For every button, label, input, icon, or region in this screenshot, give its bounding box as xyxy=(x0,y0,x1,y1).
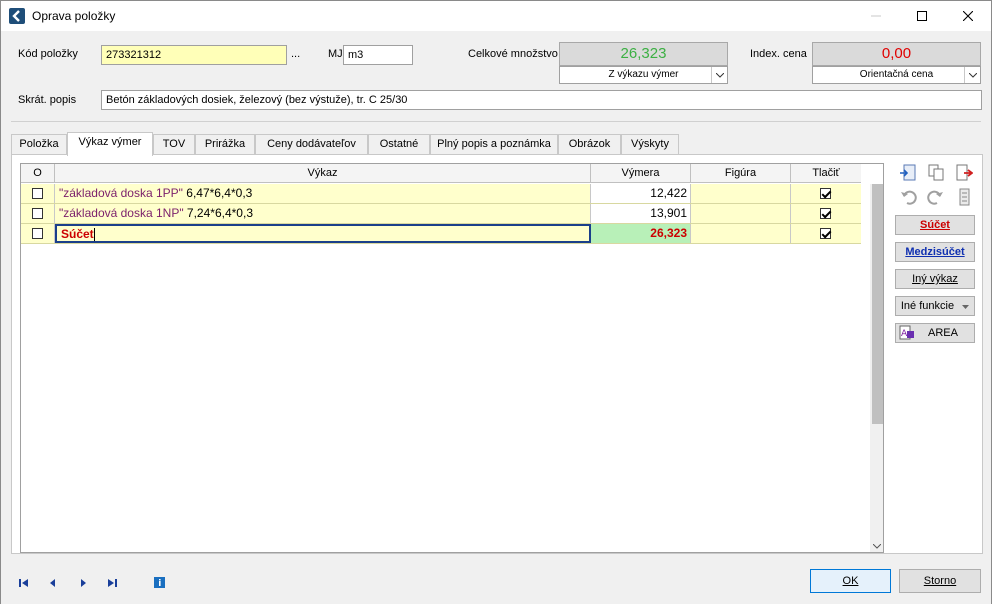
tab-prirazka[interactable]: Prirážka xyxy=(195,134,255,154)
chevron-down-icon xyxy=(962,297,970,315)
delete-row-icon[interactable] xyxy=(955,164,974,182)
col-vykaz-header[interactable]: Výkaz xyxy=(55,164,591,183)
row-o-checkbox[interactable] xyxy=(32,188,43,199)
dialog-client: Kód položky 273321312 ... MJ m3 Celkové … xyxy=(1,31,991,604)
maximize-button[interactable] xyxy=(899,1,945,31)
vykaz-cell[interactable]: "základová doska 1PP" 6,47*6,4*0,3 xyxy=(55,184,591,203)
undo-icon[interactable] xyxy=(899,188,917,206)
area-icon: A xyxy=(899,325,915,347)
col-o-header[interactable]: O xyxy=(21,164,55,183)
col-figura-header[interactable]: Figúra xyxy=(691,164,791,183)
celkove-label: Celkové množstvo xyxy=(468,48,558,60)
tlacit-checkbox[interactable] xyxy=(820,228,831,239)
vymera-cell[interactable]: 12,422 xyxy=(591,184,691,203)
window-title: Oprava položky xyxy=(32,9,116,23)
celkove-mnozstvo-value: 26,323 xyxy=(559,42,728,66)
mj-label: MJ xyxy=(328,48,343,60)
tlacit-checkbox[interactable] xyxy=(820,188,831,199)
first-record-icon[interactable] xyxy=(17,576,31,590)
close-button[interactable] xyxy=(945,1,991,31)
chevron-down-icon[interactable] xyxy=(711,67,727,83)
index-source-select[interactable]: Orientačná cena xyxy=(812,66,981,84)
vymera-cell[interactable]: 26,323 xyxy=(591,224,691,243)
table-row[interactable]: "základová doska 1PP" 6,47*6,4*0,3 12,42… xyxy=(21,184,861,204)
ine-funkcie-button[interactable]: Iné funkcie xyxy=(895,296,975,316)
skrat-label: Skrát. popis xyxy=(18,94,77,106)
table-row[interactable]: "základová doska 1NP" 7,24*6,4*0,3 13,90… xyxy=(21,204,861,224)
grid-header: O Výkaz Výmera Figúra Tlačiť xyxy=(21,164,861,183)
tab-ceny-dodavatelov[interactable]: Ceny dodávateľov xyxy=(255,134,368,154)
storno-button[interactable]: Storno xyxy=(899,569,981,593)
area-label: AREA xyxy=(928,327,958,339)
last-record-icon[interactable] xyxy=(105,576,119,590)
tab-vyskyty[interactable]: Výskyty xyxy=(621,134,679,154)
figura-cell[interactable] xyxy=(691,204,791,223)
dialog-window: Oprava položky Kód položky 273321312 ...… xyxy=(0,0,992,604)
tab-plny-popis[interactable]: Plný popis a poznámka xyxy=(430,134,558,154)
close-icon xyxy=(963,11,973,21)
tab-panel-vykaz: O Výkaz Výmera Figúra Tlačiť "základová … xyxy=(11,154,983,554)
vykaz-grid[interactable]: O Výkaz Výmera Figúra Tlačiť "základová … xyxy=(20,163,884,553)
app-icon xyxy=(9,8,25,24)
insert-row-icon[interactable] xyxy=(899,164,917,182)
minimize-icon xyxy=(871,15,881,17)
vykaz-cell[interactable]: "základová doska 1NP" 7,24*6,4*0,3 xyxy=(55,204,591,223)
redo-icon[interactable] xyxy=(927,188,945,206)
index-cena-value: 0,00 xyxy=(812,42,981,66)
index-source-label: Orientačná cena xyxy=(859,69,934,80)
title-bar[interactable]: Oprava položky xyxy=(1,1,991,31)
tab-vykaz-vymer[interactable]: Výkaz výmer xyxy=(67,132,153,156)
calculator-icon[interactable] xyxy=(955,188,973,206)
minimize-button[interactable] xyxy=(853,1,899,31)
kod-label: Kód položky xyxy=(18,48,78,60)
scrollbar-thumb[interactable] xyxy=(872,184,883,424)
col-tlacit-header[interactable]: Tlačiť xyxy=(791,164,861,183)
tab-ostatne[interactable]: Ostatné xyxy=(368,134,430,154)
mj-field[interactable]: m3 xyxy=(343,45,413,65)
medzisucet-button[interactable]: Medzisúčet xyxy=(895,242,975,262)
vykaz-cell-active[interactable]: Súčet xyxy=(55,224,591,243)
celkove-source-select[interactable]: Z výkazu výmer xyxy=(559,66,728,84)
next-record-icon[interactable] xyxy=(76,576,90,590)
separator xyxy=(11,121,981,122)
col-vymera-header[interactable]: Výmera xyxy=(591,164,691,183)
row-o-checkbox[interactable] xyxy=(32,228,43,239)
chevron-down-icon[interactable] xyxy=(964,67,980,83)
kod-browse-button[interactable]: ... xyxy=(291,48,300,60)
copy-icon[interactable] xyxy=(927,164,945,182)
celkove-source-label: Z výkazu výmer xyxy=(608,69,679,80)
sucet-button[interactable]: Súčet xyxy=(895,215,975,235)
vymera-cell[interactable]: 13,901 xyxy=(591,204,691,223)
tab-obrazok[interactable]: Obrázok xyxy=(558,134,621,154)
info-icon[interactable] xyxy=(153,576,167,590)
figura-cell[interactable] xyxy=(691,184,791,203)
index-label: Index. cena xyxy=(750,48,807,60)
svg-text:A: A xyxy=(901,329,908,339)
ine-funkcie-label: Iné funkcie xyxy=(900,300,955,312)
text-caret xyxy=(93,228,95,241)
tab-tov[interactable]: TOV xyxy=(153,134,195,154)
figura-cell[interactable] xyxy=(691,224,791,243)
maximize-icon xyxy=(917,11,927,21)
grid-scrollbar[interactable] xyxy=(870,184,883,552)
tab-polozka[interactable]: Položka xyxy=(11,134,67,154)
row-o-checkbox[interactable] xyxy=(32,208,43,219)
kod-field[interactable]: 273321312 xyxy=(101,45,287,65)
table-row-sucet[interactable]: Súčet 26,323 xyxy=(21,224,861,244)
ok-button[interactable]: OK xyxy=(810,569,891,593)
area-button[interactable]: A AREA xyxy=(895,323,975,343)
iny-vykaz-button[interactable]: Iný výkaz xyxy=(895,269,975,289)
tlacit-checkbox[interactable] xyxy=(820,208,831,219)
scroll-down-icon[interactable] xyxy=(872,541,882,551)
previous-record-icon[interactable] xyxy=(46,576,60,590)
skrat-popis-field[interactable]: Betón základových dosiek, železový (bez … xyxy=(101,90,982,110)
